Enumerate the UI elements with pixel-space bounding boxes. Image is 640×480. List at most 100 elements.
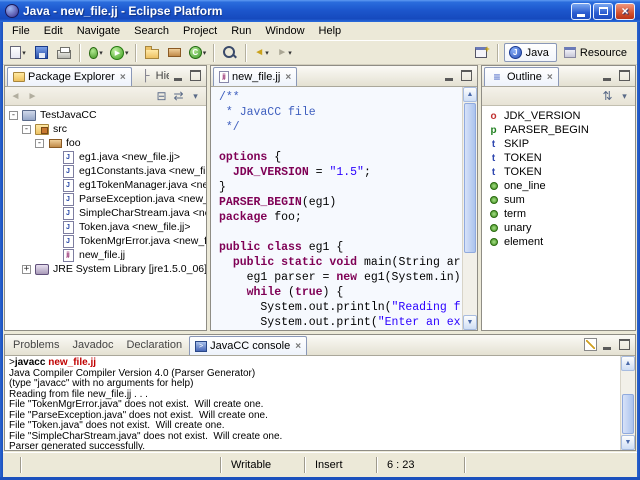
dropdown-arrow-icon[interactable]: ▾ [99, 49, 103, 57]
tree-item[interactable]: JToken.java <new_file.jj> [5, 220, 206, 234]
menu-project[interactable]: Project [176, 23, 224, 39]
outline-item[interactable]: term [482, 207, 635, 221]
console-pin-icon[interactable] [584, 338, 597, 351]
menu-window[interactable]: Window [258, 23, 311, 39]
tree-item[interactable]: Jeg1Constants.java <new_file.jj> [5, 164, 206, 178]
outline-item[interactable]: unary [482, 221, 635, 235]
run-button[interactable]: ▾ [108, 43, 131, 63]
debug-button[interactable]: ▾ [85, 43, 107, 63]
scroll-up-icon[interactable]: ▲ [463, 87, 477, 102]
close-icon[interactable]: × [120, 72, 126, 83]
minimize-view-icon[interactable] [440, 68, 457, 84]
tree-item[interactable]: jjnew_file.jj [5, 248, 206, 262]
tree-item[interactable]: -foo [5, 136, 206, 150]
expand-toggle-icon[interactable]: + [22, 265, 31, 274]
menu-help[interactable]: Help [312, 23, 349, 39]
dropdown-arrow-icon[interactable]: ▾ [203, 49, 207, 57]
close-button[interactable]: × [615, 3, 635, 20]
dropdown-arrow-icon[interactable]: ▾ [125, 49, 129, 57]
dropdown-arrow-icon[interactable]: ▾ [265, 49, 269, 57]
new-package-button[interactable] [164, 43, 186, 63]
forward-button[interactable]: ▾ [274, 43, 296, 63]
collapse-all-icon[interactable] [153, 88, 170, 104]
maximize-view-icon[interactable] [187, 68, 204, 84]
editor-code[interactable]: /** * JavaCC file */ options { JDK_VERSI… [211, 87, 462, 330]
console-tab-declaration[interactable]: Declaration [120, 335, 188, 355]
menu-navigate[interactable]: Navigate [70, 23, 127, 39]
console-tab-javacc-console[interactable]: JavaCC console× [189, 336, 307, 355]
perspective-java[interactable]: Java [504, 43, 557, 62]
collapse-toggle-icon[interactable]: - [22, 125, 31, 134]
outline-item[interactable]: element [482, 235, 635, 249]
print-button[interactable] [53, 43, 75, 63]
tree-item[interactable]: +JRE System Library [jre1.5.0_06] [5, 262, 206, 276]
editor-content[interactable]: /** * JavaCC file */ options { JDK_VERSI… [211, 87, 477, 330]
save-button[interactable] [30, 43, 52, 63]
outline-item[interactable]: pPARSER_BEGIN [482, 123, 635, 137]
tree-item[interactable]: Jeg1TokenManager.java <new_file.jj> [5, 178, 206, 192]
scroll-thumb[interactable] [464, 103, 476, 253]
outline-item[interactable]: tTOKEN [482, 151, 635, 165]
close-icon[interactable]: × [285, 72, 291, 83]
view-menu-icon[interactable] [616, 88, 633, 104]
outline-item[interactable]: tTOKEN [482, 165, 635, 179]
outline-item[interactable]: one_line [482, 179, 635, 193]
close-icon[interactable]: × [295, 341, 301, 352]
minimize-button[interactable] [571, 3, 591, 20]
tree-item[interactable]: JParseException.java <new_file.jj> [5, 192, 206, 206]
pe-tab-hierarchy[interactable]: Hierarchy [133, 66, 169, 86]
forward-icon[interactable] [24, 88, 41, 104]
search-button[interactable] [219, 43, 241, 63]
menu-file[interactable]: File [5, 23, 37, 39]
outline-tab-outline[interactable]: Outline× [484, 67, 559, 86]
collapse-toggle-icon[interactable]: - [9, 111, 18, 120]
maximize-view-icon[interactable] [616, 68, 633, 84]
new-wizard-button[interactable]: ▾ [7, 43, 29, 63]
scroll-track[interactable] [463, 102, 477, 315]
tree-item[interactable]: JSimpleCharStream.java <new_file.jj> [5, 206, 206, 220]
outline-item[interactable]: sum [482, 193, 635, 207]
perspective-resource[interactable]: Resource [559, 44, 635, 62]
console-content[interactable]: >javacc new_file.jjJava Compiler Compile… [5, 356, 635, 450]
minimize-view-icon[interactable] [598, 337, 615, 353]
console-output[interactable]: >javacc new_file.jjJava Compiler Compile… [5, 356, 620, 450]
outline-item[interactable]: tSKIP [482, 137, 635, 151]
back-icon[interactable] [7, 88, 24, 104]
editor-tab-new-file-jj[interactable]: new_file.jj× [213, 67, 297, 86]
sort-icon[interactable] [599, 88, 616, 104]
link-with-editor-icon[interactable] [170, 88, 187, 104]
menu-run[interactable]: Run [224, 23, 258, 39]
dropdown-arrow-icon[interactable]: ▾ [288, 49, 292, 57]
tree-item[interactable]: JTokenMgrError.java <new_file.jj> [5, 234, 206, 248]
minimize-view-icon[interactable] [169, 68, 186, 84]
scroll-down-icon[interactable]: ▼ [621, 435, 635, 450]
tree-item[interactable]: -src [5, 122, 206, 136]
dropdown-arrow-icon[interactable]: ▾ [22, 49, 26, 57]
title-bar[interactable]: Java - new_file.jj - Eclipse Platform × [0, 0, 640, 22]
console-vertical-scrollbar[interactable]: ▲ ▼ [620, 356, 635, 450]
maximize-view-icon[interactable] [616, 337, 633, 353]
back-button[interactable]: ▾ [251, 43, 273, 63]
scroll-up-icon[interactable]: ▲ [621, 356, 635, 371]
console-tab-problems[interactable]: Problems [7, 335, 65, 355]
open-perspective-button[interactable] [470, 43, 492, 63]
scroll-thumb[interactable] [622, 394, 634, 434]
pe-tab-package-explorer[interactable]: Package Explorer× [7, 67, 132, 86]
close-icon[interactable]: × [547, 72, 553, 83]
maximize-button[interactable] [593, 3, 613, 20]
scroll-down-icon[interactable]: ▼ [463, 315, 477, 330]
editor-vertical-scrollbar[interactable]: ▲ ▼ [462, 87, 477, 330]
collapse-toggle-icon[interactable]: - [35, 139, 44, 148]
menu-search[interactable]: Search [127, 23, 176, 39]
minimize-view-icon[interactable] [598, 68, 615, 84]
view-menu-icon[interactable] [187, 88, 204, 104]
maximize-view-icon[interactable] [458, 68, 475, 84]
new-class-button[interactable]: ▾ [187, 43, 209, 63]
outline-item[interactable]: oJDK_VERSION [482, 109, 635, 123]
new-java-project-button[interactable] [141, 43, 163, 63]
tree-item[interactable]: -TestJavaCC [5, 108, 206, 122]
console-tab-javadoc[interactable]: Javadoc [66, 335, 119, 355]
menu-edit[interactable]: Edit [37, 23, 70, 39]
tree-item[interactable]: Jeg1.java <new_file.jj> [5, 150, 206, 164]
scroll-track[interactable] [621, 371, 635, 435]
